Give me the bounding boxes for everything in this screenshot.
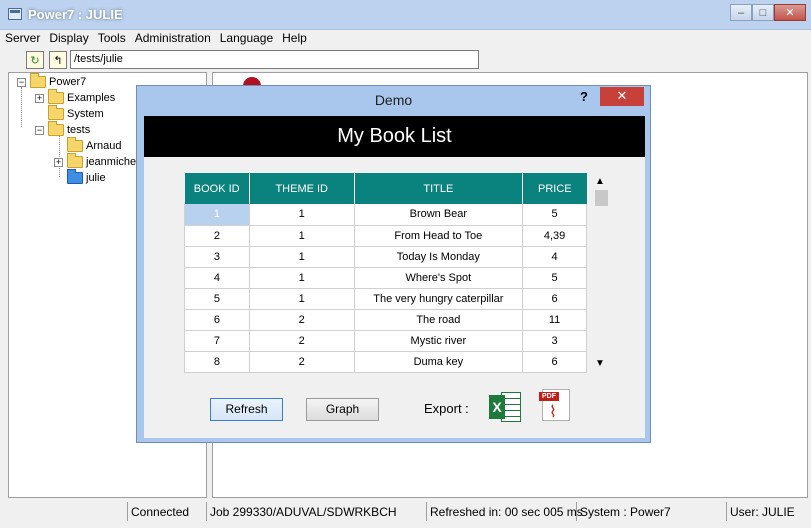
path-input[interactable]: /tests/julie <box>70 50 479 69</box>
page-title: My Book List <box>144 116 645 157</box>
table-row[interactable]: 1 1 Brown Bear 5 <box>184 204 587 226</box>
tree-item-tests[interactable]: − tests <box>35 121 90 138</box>
status-bar: Connected Job 299330/ADUVAL/SDWRKBCH Ref… <box>0 500 811 528</box>
table-row[interactable]: 4 1 Where's Spot 5 <box>184 267 587 289</box>
table-row[interactable]: 3 1 Today Is Monday 4 <box>184 246 587 268</box>
app-icon <box>8 8 22 20</box>
column-header-title[interactable]: TITLE <box>354 173 524 204</box>
scroll-thumb[interactable] <box>595 190 608 206</box>
help-button[interactable]: ? <box>580 89 588 104</box>
refresh-icon[interactable]: ↻ <box>26 51 44 69</box>
menu-administration[interactable]: Administration <box>130 30 215 45</box>
excel-export-icon[interactable]: X <box>489 392 521 422</box>
pdf-export-icon[interactable]: PDF ⌇ <box>539 389 570 421</box>
toolbar: ↻ ↰ /tests/julie <box>0 48 811 72</box>
expand-icon[interactable]: + <box>54 157 63 167</box>
dialog-body: My Book List BOOK ID THEME ID TITLE PRIC… <box>144 116 645 438</box>
dialog-close-button[interactable]: ✕ <box>600 87 644 106</box>
folder-icon <box>67 137 83 152</box>
scroll-up-icon[interactable]: ▲ <box>595 176 605 187</box>
folder-icon <box>30 73 46 88</box>
status-refreshed: Refreshed in: 00 sec 005 ms <box>426 502 583 521</box>
column-header-book-id[interactable]: BOOK ID <box>184 173 250 204</box>
close-button[interactable]: ✕ <box>774 4 806 21</box>
table-row[interactable]: 8 2 Duma key 6 <box>184 351 587 373</box>
folder-up-icon[interactable]: ↰ <box>49 51 67 69</box>
tree-item-examples[interactable]: + Examples <box>35 89 115 106</box>
collapse-icon[interactable]: − <box>35 125 44 135</box>
menu-language[interactable]: Language <box>215 30 277 45</box>
title-bar: Power7 : JULIE – □ ✕ <box>0 0 811 30</box>
table-row[interactable]: 6 2 The road 11 <box>184 309 587 331</box>
table-row[interactable]: 2 1 From Head to Toe 4,39 <box>184 225 587 247</box>
tree-item-julie[interactable]: julie <box>67 169 106 186</box>
maximize-button[interactable]: □ <box>752 4 774 21</box>
column-header-price[interactable]: PRICE <box>522 173 587 204</box>
dialog-title: Demo <box>374 92 413 108</box>
scroll-down-icon[interactable]: ▼ <box>595 358 605 369</box>
menu-help[interactable]: Help <box>277 30 311 45</box>
menu-bar: Server Display Tools Administration Language… <box>0 30 811 48</box>
table-row[interactable]: 7 2 Mystic river 3 <box>184 330 587 352</box>
menu-display[interactable]: Display <box>44 30 92 45</box>
folder-icon <box>67 153 83 168</box>
tree-item-system[interactable]: System <box>48 105 104 122</box>
status-job: Job 299330/ADUVAL/SDWRKBCH <box>206 502 426 521</box>
demo-dialog: Demo ? ✕ My Book List BOOK ID THEME ID T… <box>136 85 651 443</box>
tree-item-power7[interactable]: − Power7 <box>17 73 86 90</box>
status-user: User: JULIE <box>726 502 808 521</box>
menu-server[interactable]: Server <box>0 30 44 45</box>
expand-icon[interactable]: + <box>35 93 44 103</box>
status-system: System : Power7 <box>576 502 726 521</box>
menu-tools[interactable]: Tools <box>93 30 130 45</box>
table-row[interactable]: 5 1 The very hungry caterpillar 6 <box>184 288 587 310</box>
minimize-button[interactable]: – <box>730 4 752 21</box>
open-folder-icon <box>67 169 83 184</box>
folder-icon <box>48 121 64 136</box>
tree-line <box>21 87 22 127</box>
book-table: BOOK ID THEME ID TITLE PRICE 1 1 Brown Bea… <box>184 173 587 373</box>
folder-icon <box>48 89 64 104</box>
export-label: Export : <box>424 401 469 416</box>
table-scrollbar[interactable]: ▲ ▼ <box>593 176 608 372</box>
graph-button[interactable]: Graph <box>306 398 379 421</box>
column-header-theme-id[interactable]: THEME ID <box>249 173 355 204</box>
status-connected: Connected <box>127 502 206 521</box>
window-title: Power7 : JULIE <box>28 7 123 22</box>
collapse-icon[interactable]: − <box>17 77 26 87</box>
tree-item-jeanmiche[interactable]: + jeanmiche <box>54 153 136 170</box>
refresh-button[interactable]: Refresh <box>210 398 283 421</box>
folder-icon <box>48 105 64 120</box>
tree-item-arnaud[interactable]: Arnaud <box>67 137 121 154</box>
